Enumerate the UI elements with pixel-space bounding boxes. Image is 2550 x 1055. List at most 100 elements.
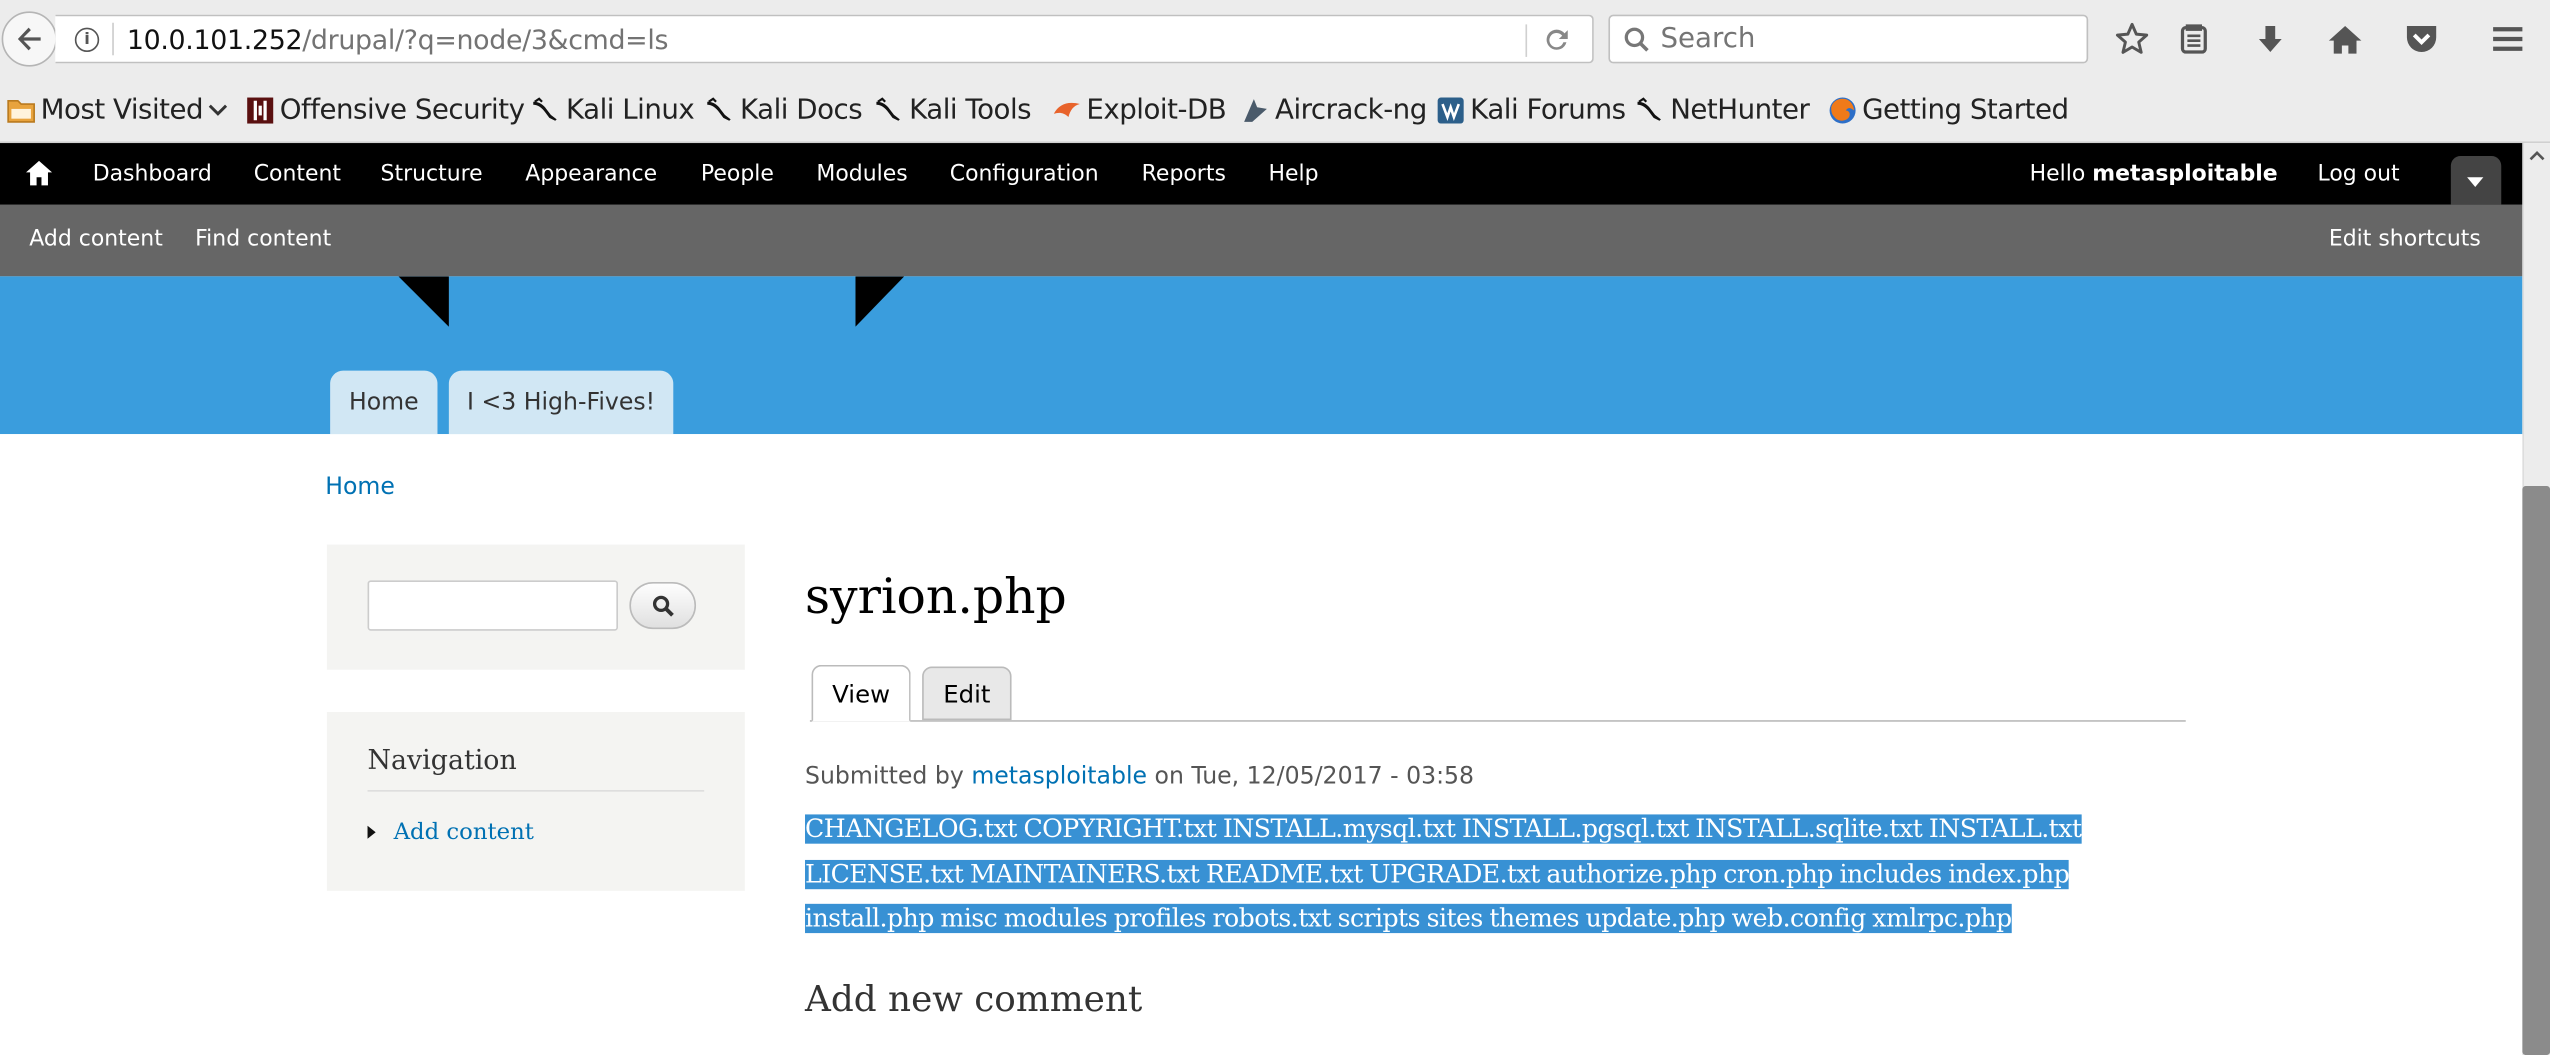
body-line-text: LICENSE.txt MAINTAINERS.txt README.txt U… — [805, 859, 2070, 889]
node-body: CHANGELOG.txt COPYRIGHT.txt INSTALL.mysq… — [805, 808, 2187, 942]
bookmark-star-icon[interactable] — [2111, 20, 2153, 59]
search-field[interactable] — [1660, 22, 2051, 56]
url-path: /drupal/?q=node/3&cmd=ls — [302, 23, 669, 55]
scrollbar-thumb[interactable] — [2522, 486, 2550, 1055]
breadcrumb[interactable]: Home — [325, 475, 395, 501]
admin-toolbar: Dashboard Content Structure Appearance P… — [0, 143, 2523, 205]
edit-shortcuts-link[interactable]: Edit shortcuts — [2329, 226, 2481, 252]
bookmarks-toolbar: Most Visited Offensive Security Kali Lin… — [0, 78, 2550, 144]
bookmark-label: NetHunter — [1670, 94, 1810, 127]
reload-divider — [1525, 24, 1528, 57]
url-text[interactable]: 10.0.101.252/drupal/?q=node/3&cmd=ls — [126, 23, 669, 55]
site-header: Home I <3 High-Fives! — [0, 276, 2523, 435]
reading-list-icon[interactable] — [2173, 20, 2215, 59]
url-host: 10.0.101.252 — [126, 23, 303, 55]
bookmark-getting-started[interactable]: Getting Started — [1828, 94, 2069, 127]
bookmark-kali-docs[interactable]: Kali Docs — [706, 94, 863, 127]
search-icon — [652, 594, 674, 616]
header-notch-left — [398, 276, 449, 327]
bookmark-label: Kali Docs — [739, 94, 863, 127]
folder-icon — [7, 96, 36, 125]
url-bar[interactable]: i 10.0.101.252/drupal/?q=node/3&cmd=ls — [55, 14, 1594, 64]
shortcut-add-content[interactable]: Add content — [29, 226, 163, 252]
toolbar-menu-configuration[interactable]: Configuration — [950, 161, 1099, 187]
bookmark-label: Getting Started — [1862, 94, 2069, 127]
bookmark-exploit-db[interactable]: Exploit-DB — [1052, 94, 1227, 127]
bookmark-nethunter[interactable]: NetHunter — [1636, 94, 1810, 127]
search-block — [326, 544, 745, 670]
submitted-date: on Tue, 12/05/2017 - 03:58 — [1154, 764, 1475, 791]
sidebar-search-button[interactable] — [629, 581, 697, 630]
toolbar-menu-structure[interactable]: Structure — [381, 161, 483, 187]
bookmark-label: Exploit-DB — [1086, 94, 1227, 127]
body-line-text: install.php misc modules profiles robots… — [805, 903, 2012, 934]
bookmark-label: Kali Tools — [909, 94, 1032, 127]
kali-dragon-icon — [875, 96, 904, 125]
info-icon[interactable]: i — [74, 26, 100, 52]
search-bar[interactable] — [1608, 14, 2089, 64]
search-icon — [1624, 26, 1649, 51]
user-account-link[interactable]: metasploitable — [2092, 161, 2277, 187]
kali-dragon-icon — [532, 96, 561, 125]
body-line: CHANGELOG.txt COPYRIGHT.txt INSTALL.mysq… — [805, 808, 2187, 853]
tab-edit[interactable]: Edit — [922, 666, 1012, 721]
back-button[interactable] — [1, 11, 57, 67]
kali-dragon-icon — [1636, 96, 1665, 125]
header-notch-right — [855, 276, 905, 327]
bookmark-label: Kali Forums — [1470, 94, 1626, 127]
add-comment-heading: Add new comment — [805, 980, 1143, 1021]
toolbar-menu-appearance[interactable]: Appearance — [525, 161, 657, 187]
back-arrow-icon — [17, 27, 41, 51]
tabs-divider — [809, 720, 2186, 722]
chevron-down-icon — [208, 102, 228, 118]
toolbar-menu-reports[interactable]: Reports — [1142, 161, 1226, 187]
bookmark-aircrack-ng[interactable]: Aircrack-ng — [1241, 94, 1427, 127]
user-greeting: Hello metasploitable — [2030, 161, 2278, 187]
bookmark-label: Aircrack-ng — [1275, 94, 1427, 127]
shortcuts-bar: Add content Find content Edit shortcuts — [0, 204, 2523, 277]
main-menu-high-fives-tab[interactable]: I <3 High-Fives! — [448, 370, 674, 435]
bookmark-label: Offensive Security — [279, 94, 525, 127]
shortcut-find-content[interactable]: Find content — [195, 226, 331, 252]
browser-navbar: i 10.0.101.252/drupal/?q=node/3&cmd=ls — [0, 0, 2550, 79]
sidebar-search-input[interactable] — [367, 580, 618, 631]
bookmark-kali-forums[interactable]: Kali Forums — [1436, 94, 1626, 127]
bookmark-kali-linux[interactable]: Kali Linux — [532, 94, 695, 127]
bookmark-label: Most Visited — [40, 94, 204, 127]
logout-link[interactable]: Log out — [2317, 161, 2399, 187]
bookmark-kali-tools[interactable]: Kali Tools — [875, 94, 1032, 127]
bookmark-label: Kali Linux — [565, 94, 695, 127]
navigation-title: Navigation — [367, 744, 517, 776]
submitted-prefix: Submitted by — [805, 764, 964, 791]
toolbar-menu-people[interactable]: People — [701, 161, 774, 187]
bookmark-offensive-security[interactable]: Offensive Security — [246, 94, 525, 127]
shortcuts-toggle-button[interactable] — [2450, 156, 2502, 205]
kali-dragon-icon — [706, 96, 735, 125]
toolbar-menu-modules[interactable]: Modules — [816, 161, 907, 187]
offsec-icon — [246, 96, 275, 125]
toolbar-menu-content[interactable]: Content — [254, 161, 341, 187]
downloads-icon[interactable] — [2249, 20, 2291, 59]
greeting-prefix: Hello — [2029, 160, 2086, 187]
pocket-icon[interactable] — [2400, 20, 2442, 59]
scroll-up-arrow-icon[interactable] — [2529, 148, 2545, 164]
menu-icon[interactable] — [2487, 20, 2529, 59]
toolbar-menu-help[interactable]: Help — [1269, 161, 1319, 187]
toolbar-menu-dashboard[interactable]: Dashboard — [93, 161, 212, 187]
page-title: syrion.php — [805, 568, 1067, 626]
body-line-text: CHANGELOG.txt COPYRIGHT.txt INSTALL.mysq… — [805, 814, 2082, 844]
body-line: LICENSE.txt MAINTAINERS.txt README.txt U… — [805, 853, 2187, 898]
toolbar-home-icon[interactable] — [24, 159, 53, 193]
nav-item-label: Add content — [393, 819, 534, 846]
firefox-icon — [1828, 96, 1857, 125]
tab-view[interactable]: View — [811, 664, 911, 722]
author-link[interactable]: metasploitable — [971, 764, 1147, 790]
collapsed-arrow-icon — [367, 825, 376, 839]
kali-forums-icon — [1436, 96, 1465, 125]
nav-item-add-content[interactable]: Add content — [367, 819, 534, 846]
bookmark-most-visited[interactable]: Most Visited — [7, 94, 228, 127]
exploit-db-icon — [1052, 96, 1081, 125]
home-icon[interactable] — [2324, 20, 2366, 59]
reload-icon[interactable] — [1538, 24, 1574, 57]
main-menu-home-tab[interactable]: Home — [330, 370, 438, 435]
